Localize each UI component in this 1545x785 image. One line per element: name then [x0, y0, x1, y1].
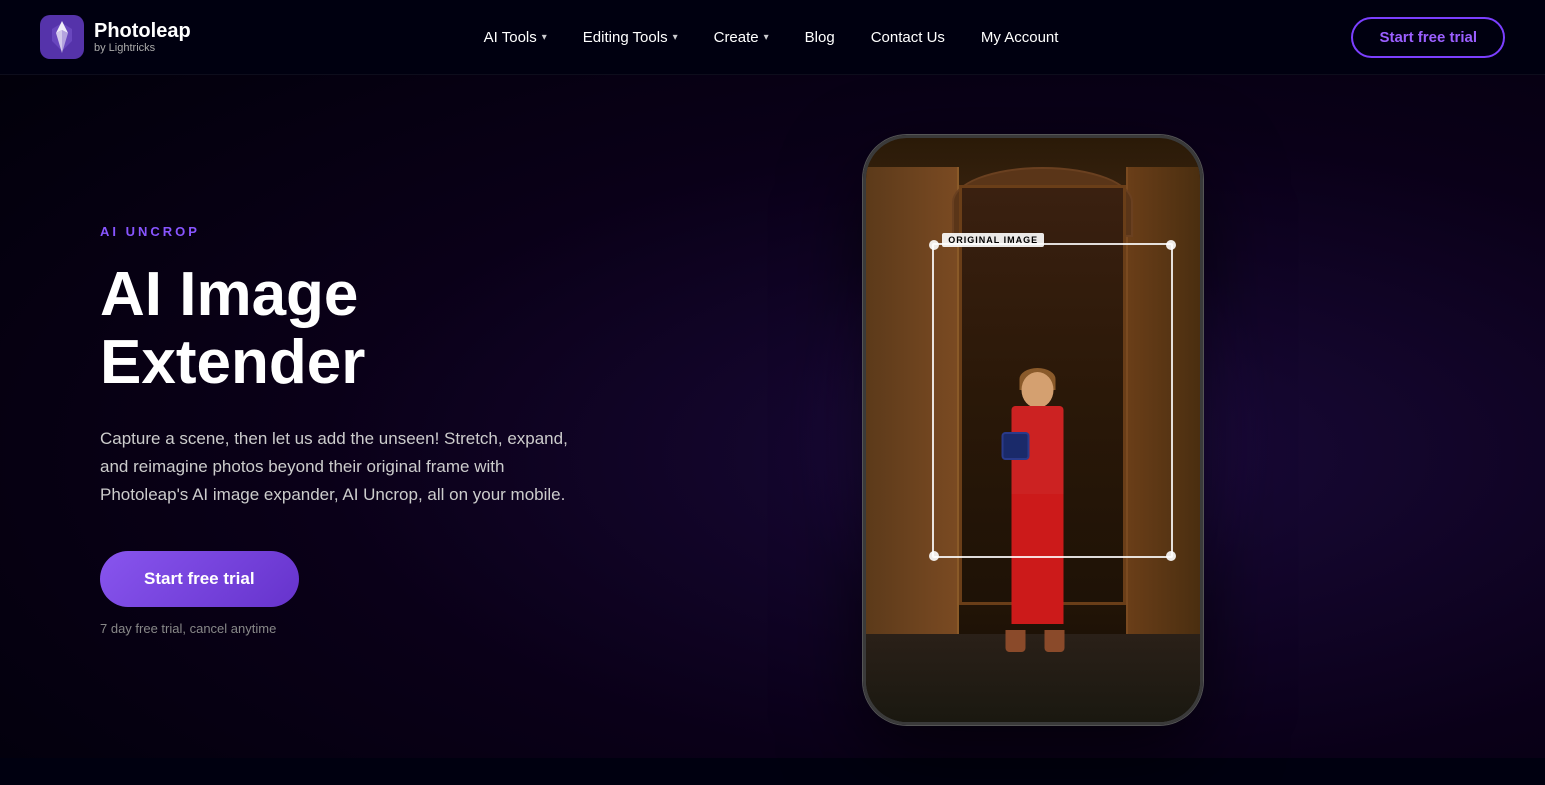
- phone-screen: ORIGINAL IMAGE: [866, 138, 1200, 722]
- hero-left-content: AI UNCROP AI Image Extender Capture a sc…: [100, 224, 620, 637]
- nav-item-editing-tools[interactable]: Editing Tools ▾: [567, 21, 694, 54]
- navbar: Photoleap by Lightricks AI Tools ▾ Editi…: [0, 0, 1545, 75]
- logo-link[interactable]: Photoleap by Lightricks: [40, 15, 191, 59]
- chevron-down-icon: ▾: [542, 32, 547, 43]
- nav-link-blog[interactable]: Blog: [789, 21, 851, 54]
- corner-handle-top-right: [1166, 240, 1176, 250]
- logo-text: Photoleap by Lightricks: [94, 20, 191, 54]
- hero-eyebrow: AI UNCROP: [100, 224, 620, 239]
- nav-link-ai-tools[interactable]: AI Tools ▾: [468, 21, 563, 54]
- nav-link-editing-tools[interactable]: Editing Tools ▾: [567, 21, 694, 54]
- chevron-down-icon: ▾: [764, 32, 769, 43]
- hero-trial-note: 7 day free trial, cancel anytime: [100, 621, 620, 636]
- nav-item-contact-us[interactable]: Contact Us: [855, 21, 961, 54]
- corner-handle-top-left: [929, 240, 939, 250]
- original-image-label: ORIGINAL IMAGE: [942, 233, 1044, 247]
- nav-item-create[interactable]: Create ▾: [698, 21, 785, 54]
- hero-description: Capture a scene, then let us add the uns…: [100, 425, 580, 509]
- logo-icon: [40, 15, 84, 59]
- nav-link-my-account[interactable]: My Account: [965, 21, 1075, 54]
- nav-item-blog[interactable]: Blog: [789, 21, 851, 54]
- nav-item-ai-tools[interactable]: AI Tools ▾: [468, 21, 563, 54]
- hero-title: AI Image Extender: [100, 261, 620, 397]
- hero-section: AI UNCROP AI Image Extender Capture a sc…: [0, 75, 1545, 785]
- original-image-overlay-box: ORIGINAL IMAGE: [932, 243, 1172, 558]
- phone-outer: ORIGINAL IMAGE: [863, 135, 1203, 725]
- nav-start-trial-button[interactable]: Start free trial: [1351, 17, 1505, 58]
- nav-item-my-account[interactable]: My Account: [965, 21, 1075, 54]
- hero-start-trial-button[interactable]: Start free trial: [100, 551, 299, 607]
- brand-name: Photoleap: [94, 20, 191, 42]
- person-shoe-right: [1044, 630, 1064, 652]
- hero-right-visual: ORIGINAL IMAGE: [620, 135, 1445, 725]
- nav-link-contact-us[interactable]: Contact Us: [855, 21, 961, 54]
- nav-link-create[interactable]: Create ▾: [698, 21, 785, 54]
- brand-subtitle: by Lightricks: [94, 42, 191, 54]
- person-shoe-left: [1006, 630, 1026, 652]
- chevron-down-icon: ▾: [673, 32, 678, 43]
- nav-links: AI Tools ▾ Editing Tools ▾ Create ▾ Blog…: [468, 21, 1075, 54]
- phone-mockup: ORIGINAL IMAGE: [863, 135, 1203, 725]
- phone-scene: ORIGINAL IMAGE: [866, 138, 1200, 722]
